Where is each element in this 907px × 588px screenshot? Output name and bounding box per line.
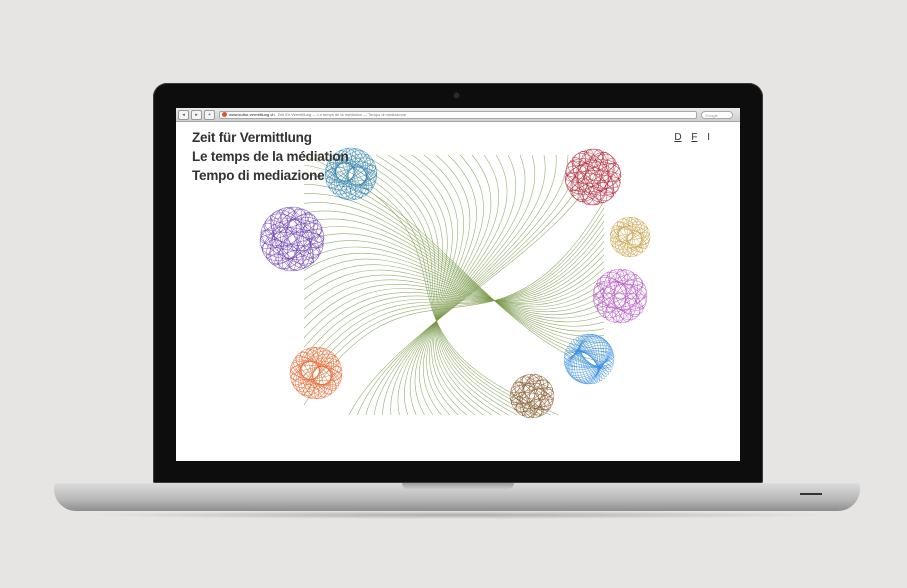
laptop-lid: ◂ ▸ + www.kultur-vermittlung.ch Zeit für… [153, 83, 763, 483]
url-text: www.kultur-vermittlung.ch [229, 112, 275, 117]
spiro-loop [584, 149, 602, 205]
favicon-icon [222, 112, 227, 117]
share-button[interactable]: + [204, 109, 215, 120]
spiro-loop [272, 206, 312, 272]
spiro-loop [300, 351, 332, 395]
spiro-loop [612, 221, 648, 253]
spiro-curve [390, 154, 546, 416]
spiro-loop [593, 279, 647, 313]
spiro-loop [262, 217, 322, 261]
green-spirograph [303, 154, 605, 416]
purple-spirograph [259, 206, 325, 272]
search-field[interactable]: Google [701, 110, 733, 119]
page-title-text: Zeit für Vermittlung — Le temps de la mé… [277, 112, 407, 117]
gold-spirograph [609, 216, 651, 258]
lang-it-link[interactable]: I [707, 132, 710, 143]
title-french[interactable]: Le temps de la médiation [192, 147, 349, 166]
language-switcher: D F I [667, 132, 710, 143]
site-title: Zeit für Vermittlung Le temps de la médi… [192, 128, 349, 185]
indicator-light [800, 493, 822, 495]
spiro-loop [264, 219, 320, 259]
back-button[interactable]: ◂ [178, 109, 189, 120]
red-spirograph [564, 148, 622, 206]
spiro-loop [592, 283, 648, 309]
lang-de-link[interactable]: D [674, 132, 681, 143]
laptop-base [54, 483, 860, 511]
lang-fr-link[interactable]: F [691, 132, 697, 143]
spiro-curve [375, 154, 509, 416]
browser-toolbar: ◂ ▸ + www.kultur-vermittlung.ch Zeit für… [176, 108, 740, 122]
spiro-loop [597, 277, 643, 315]
spiro-loop [509, 391, 555, 401]
spiro-loop [592, 292, 648, 300]
title-german[interactable]: Zeit für Vermittlung [192, 128, 349, 147]
spiro-loop [281, 207, 303, 271]
spiro-loop [291, 359, 341, 387]
spiro-curve [303, 200, 605, 406]
spiro-loop [608, 269, 632, 323]
lid-notch [402, 483, 514, 489]
brown-spirograph [509, 373, 555, 419]
spiro-loop [262, 223, 322, 255]
webcam-icon [454, 93, 459, 98]
orange-spirograph [289, 346, 343, 400]
magenta-spirograph [592, 268, 648, 324]
spiro-loop [260, 229, 324, 249]
forward-button[interactable]: ▸ [191, 109, 202, 120]
laptop-screen: ◂ ▸ + www.kultur-vermittlung.ch Zeit für… [176, 108, 740, 461]
title-italian[interactable]: Tempo di mediazione [192, 166, 349, 185]
address-bar[interactable]: www.kultur-vermittlung.ch Zeit für Vermi… [219, 110, 697, 119]
laptop-shadow [80, 511, 834, 519]
spiro-loop [300, 346, 332, 400]
